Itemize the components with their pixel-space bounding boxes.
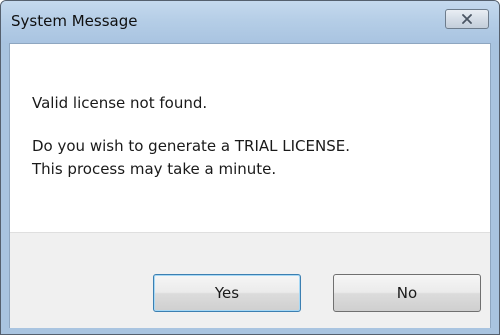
close-icon [461, 14, 473, 24]
close-button[interactable] [445, 9, 489, 29]
window-title: System Message [11, 12, 138, 30]
title-bar[interactable]: System Message [1, 1, 499, 43]
yes-button[interactable]: Yes [153, 274, 301, 312]
system-message-dialog: System Message Valid license not found. … [0, 0, 500, 335]
message-line-2: Do you wish to generate a TRIAL LICENSE. [32, 137, 350, 155]
dialog-content: Valid license not found. Do you wish to … [9, 43, 491, 328]
message-line-1: Valid license not found. [32, 94, 208, 112]
message-line-3: This process may take a minute. [32, 160, 277, 178]
no-button[interactable]: No [333, 274, 481, 312]
button-bar: Yes No [10, 232, 490, 328]
message-body: Valid license not found. Do you wish to … [32, 92, 350, 181]
